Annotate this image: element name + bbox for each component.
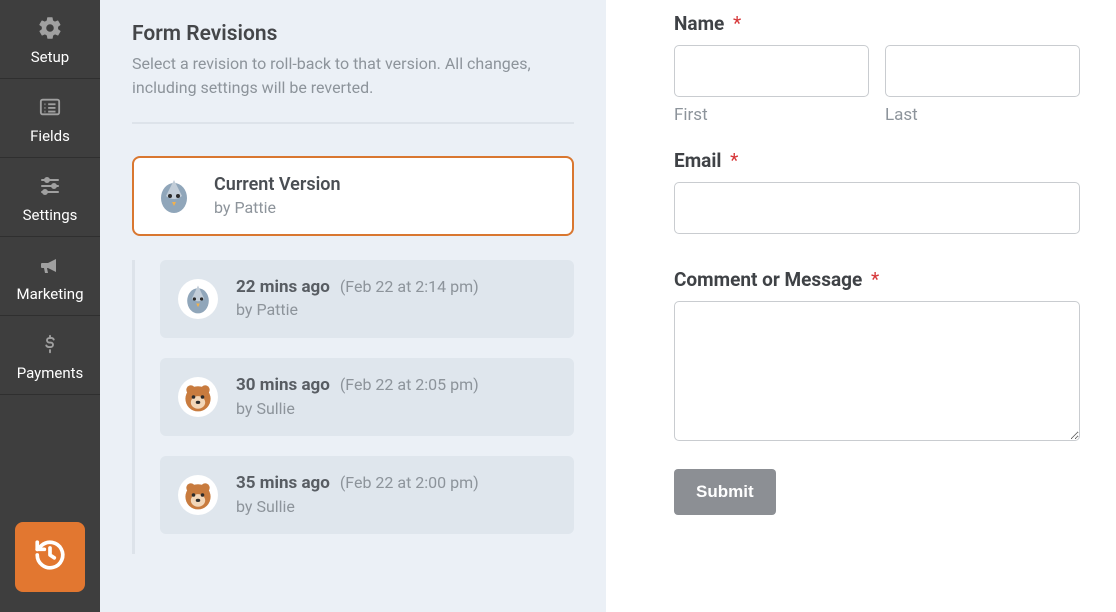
revision-time-ago: 30 mins ago — [236, 375, 330, 395]
revision-time-ago: 35 mins ago — [236, 473, 330, 493]
current-version-label: Current Version — [214, 172, 341, 197]
revision-timestamp: (Feb 22 at 2:14 pm) — [340, 277, 479, 296]
last-name-sublabel: Last — [885, 105, 1080, 125]
sidebar-item-label: Marketing — [16, 285, 83, 303]
app-sidebar: Setup Fields Settings Marketing Payments — [0, 0, 100, 612]
list-icon — [36, 93, 64, 121]
avatar — [178, 279, 218, 319]
avatar — [178, 377, 218, 417]
name-label: Name * — [674, 12, 1080, 35]
revision-author: by Sullie — [236, 398, 479, 420]
revision-item[interactable]: 30 mins ago (Feb 22 at 2:05 pm) by Sulli… — [160, 358, 574, 436]
first-name-input[interactable] — [674, 45, 869, 97]
revision-item[interactable]: 22 mins ago (Feb 22 at 2:14 pm) by Patti… — [160, 260, 574, 338]
comment-label: Comment or Message * — [674, 268, 1080, 291]
revision-timestamp: (Feb 22 at 2:05 pm) — [340, 375, 479, 394]
revision-author: by Pattie — [236, 299, 479, 321]
revision-time-ago: 22 mins ago — [236, 277, 330, 297]
sidebar-item-fields[interactable]: Fields — [0, 79, 100, 158]
avatar — [152, 174, 196, 218]
required-marker: * — [871, 268, 879, 291]
divider — [132, 122, 574, 124]
avatar — [178, 475, 218, 515]
dollar-icon — [36, 330, 64, 358]
form-preview: Name * First Last Email * Comment or Mes… — [606, 0, 1116, 612]
comment-textarea[interactable] — [674, 301, 1080, 441]
sidebar-item-label: Setup — [31, 48, 69, 66]
email-input[interactable] — [674, 182, 1080, 234]
required-marker: * — [733, 12, 741, 35]
current-version-author: by Pattie — [214, 197, 341, 219]
bullhorn-icon — [36, 251, 64, 279]
sidebar-item-setup[interactable]: Setup — [0, 0, 100, 79]
first-name-sublabel: First — [674, 105, 869, 125]
history-icon — [33, 538, 67, 576]
current-version-card[interactable]: Current Version by Pattie — [132, 156, 574, 236]
revision-list: 22 mins ago (Feb 22 at 2:14 pm) by Patti… — [132, 260, 574, 555]
revisions-button[interactable] — [15, 522, 85, 592]
submit-button[interactable]: Submit — [674, 469, 776, 515]
sidebar-item-label: Fields — [30, 127, 70, 145]
sidebar-item-payments[interactable]: Payments — [0, 316, 100, 395]
last-name-input[interactable] — [885, 45, 1080, 97]
timeline-line — [132, 260, 135, 555]
revisions-subtitle: Select a revision to roll-back to that v… — [132, 52, 552, 100]
revision-author: by Sullie — [236, 496, 479, 518]
gear-icon — [36, 14, 64, 42]
sidebar-item-marketing[interactable]: Marketing — [0, 237, 100, 316]
email-label: Email * — [674, 149, 1080, 172]
sidebar-item-label: Settings — [23, 206, 78, 224]
revision-item[interactable]: 35 mins ago (Feb 22 at 2:00 pm) by Sulli… — [160, 456, 574, 534]
revisions-title: Form Revisions — [132, 22, 574, 46]
sidebar-item-label: Payments — [17, 364, 84, 382]
sliders-icon — [36, 172, 64, 200]
sidebar-item-settings[interactable]: Settings — [0, 158, 100, 237]
required-marker: * — [730, 149, 738, 172]
revisions-panel: Form Revisions Select a revision to roll… — [100, 0, 606, 612]
revision-timestamp: (Feb 22 at 2:00 pm) — [340, 473, 479, 492]
